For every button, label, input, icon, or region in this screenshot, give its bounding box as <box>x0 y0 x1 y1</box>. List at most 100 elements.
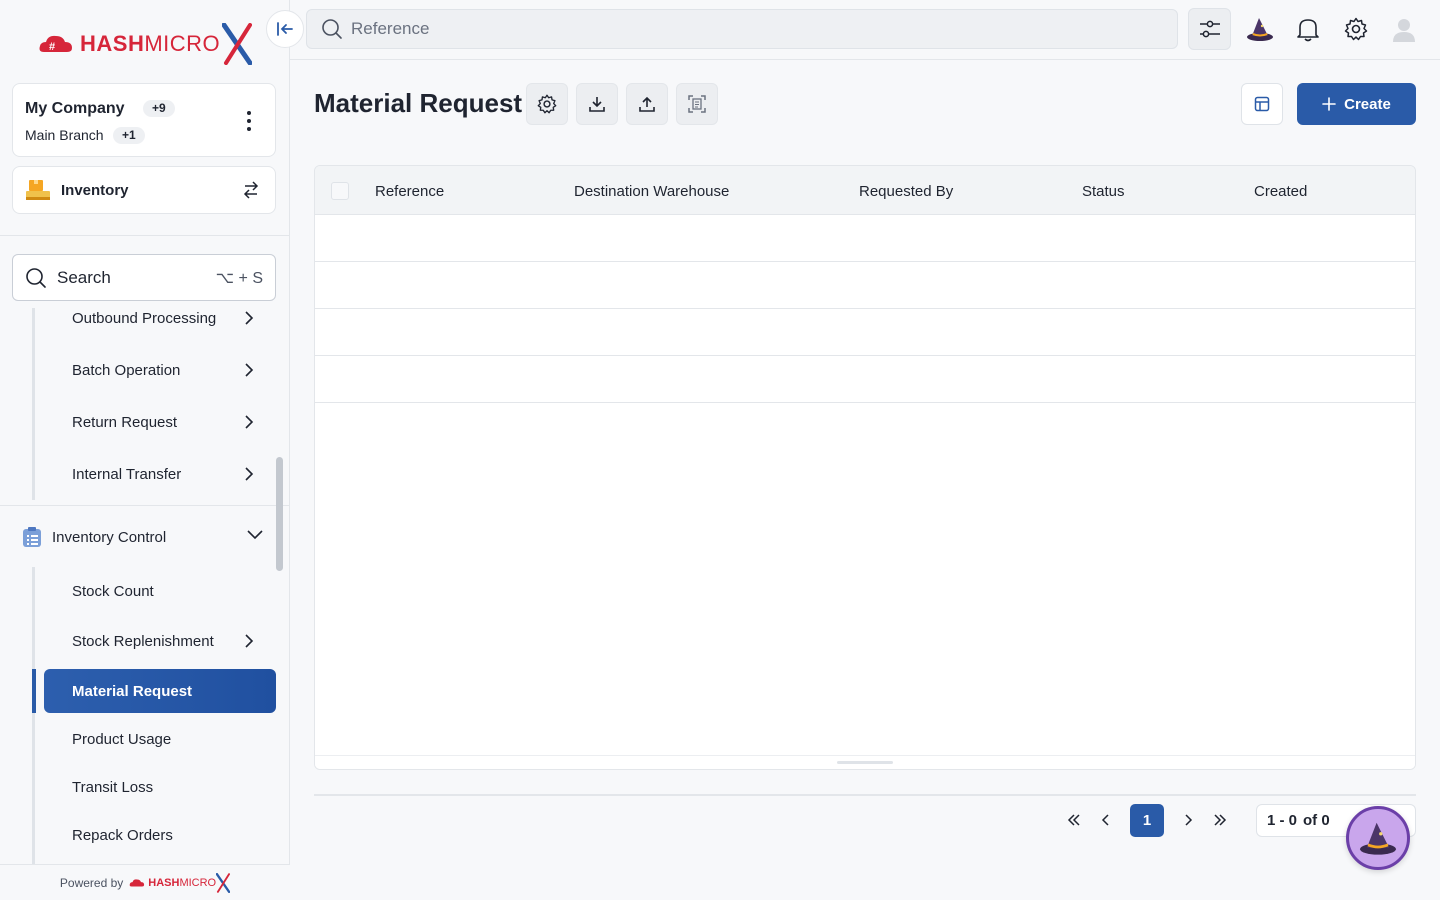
wizard-hat-icon[interactable] <box>1246 15 1274 43</box>
pagination-divider <box>314 794 1416 796</box>
chevron-right-icon <box>245 363 254 377</box>
sidebar: # HASHMICRO My Company +9 Main Branch +1… <box>0 0 290 900</box>
cloud-logo-icon <box>129 878 145 887</box>
toggle-layout-button[interactable] <box>1241 83 1283 125</box>
table-row <box>315 356 1415 403</box>
sidebar-scrollbar[interactable] <box>276 457 283 571</box>
sidebar-item-product-usage[interactable]: Product Usage <box>44 717 276 761</box>
download-button[interactable] <box>576 83 618 125</box>
branch-count-badge: +1 <box>113 127 145 144</box>
gear-icon[interactable] <box>1342 15 1370 43</box>
menu-rail <box>32 567 35 864</box>
filter-button[interactable] <box>1188 8 1231 50</box>
sidebar-item-internal-transfer[interactable]: Internal Transfer <box>44 452 276 496</box>
company-switcher[interactable]: My Company +9 Main Branch +1 <box>12 83 276 157</box>
create-button[interactable]: Create <box>1297 83 1416 125</box>
select-all-checkbox[interactable] <box>331 182 349 200</box>
inventory-icon <box>26 180 50 200</box>
menu-rail <box>32 308 35 500</box>
current-page-button[interactable]: 1 <box>1130 804 1164 837</box>
double-chevron-left-icon <box>1067 814 1080 826</box>
module-label: Inventory <box>61 181 129 199</box>
range-total: of 0 <box>1303 812 1330 829</box>
sidebar-item-outbound-processing[interactable]: Outbound Processing <box>44 308 276 340</box>
chevron-right-icon <box>245 311 254 325</box>
sidebar-item-transit-loss[interactable]: Transit Loss <box>44 765 276 809</box>
sidebar-search[interactable]: Search ⌥ + S <box>12 254 276 301</box>
collapse-sidebar-button[interactable] <box>266 10 304 48</box>
search-placeholder: Reference <box>351 19 430 38</box>
search-icon <box>322 19 342 39</box>
powered-by-footer: Powered by HASHMICRO <box>0 864 290 900</box>
settings-button[interactable] <box>526 83 568 125</box>
company-count-badge: +9 <box>143 100 175 117</box>
next-page-button[interactable] <box>1172 804 1204 836</box>
chevron-left-icon <box>1101 814 1109 826</box>
chevron-right-icon <box>1185 814 1193 826</box>
scan-button[interactable] <box>676 83 718 125</box>
sidebar-divider <box>0 235 290 236</box>
swap-icon[interactable] <box>243 181 259 199</box>
logo-x-icon <box>216 872 231 893</box>
assistant-fab-button[interactable] <box>1346 806 1410 870</box>
scan-document-icon <box>688 95 706 113</box>
create-label: Create <box>1344 95 1391 113</box>
branch-name: Main Branch <box>25 127 104 143</box>
sidebar-menu: Outbound Processing Batch Operation Retu… <box>0 308 290 864</box>
table-row <box>315 309 1415 356</box>
plus-icon <box>1322 97 1336 111</box>
chevron-right-icon <box>245 415 254 429</box>
search-icon <box>26 267 46 288</box>
gear-icon <box>537 94 557 114</box>
logo-x-icon <box>222 23 253 65</box>
table-resize-bar <box>315 755 1415 769</box>
sidebar-item-material-request[interactable]: Material Request <box>44 669 276 713</box>
chevron-right-icon <box>245 467 254 481</box>
hashmicro-logo[interactable]: # HASHMICRO <box>38 22 253 66</box>
chevron-down-icon <box>247 530 263 540</box>
logo-wordmark: HASHMICRO <box>80 31 221 56</box>
last-page-button[interactable] <box>1204 804 1236 836</box>
upload-button[interactable] <box>626 83 668 125</box>
wizard-hat-icon <box>1360 822 1396 855</box>
sidebar-item-stock-count[interactable]: Stock Count <box>44 569 276 613</box>
bell-icon[interactable] <box>1294 15 1322 43</box>
sidebar-item-stock-replenishment[interactable]: Stock Replenishment <box>44 619 276 663</box>
previous-page-button[interactable] <box>1090 804 1122 836</box>
table-row <box>315 215 1415 262</box>
page-title: Material Request <box>314 88 523 118</box>
chevron-right-icon <box>245 634 254 648</box>
company-name: My Company <box>25 100 125 117</box>
sidebar-item-return-request[interactable]: Return Request <box>44 400 276 444</box>
top-bar: Reference <box>290 0 1440 60</box>
user-avatar-icon[interactable] <box>1390 15 1418 43</box>
sliders-icon <box>1199 20 1220 38</box>
resize-handle[interactable] <box>837 761 893 764</box>
module-switcher[interactable]: Inventory <box>12 166 276 214</box>
column-header-created[interactable]: Created <box>1254 183 1307 200</box>
download-icon <box>589 97 605 112</box>
sidebar-item-repack-orders[interactable]: Repack Orders <box>44 813 276 857</box>
more-options-icon[interactable] <box>247 111 251 135</box>
search-shortcut: ⌥ + S <box>215 269 263 287</box>
first-page-button[interactable] <box>1058 804 1090 836</box>
column-header-requested-by[interactable]: Requested By <box>859 183 953 200</box>
column-header-reference[interactable]: Reference <box>375 183 444 200</box>
cloud-logo-icon: # <box>39 35 72 53</box>
global-search-input[interactable]: Reference <box>306 9 1178 49</box>
sidebar-search-label: Search <box>57 267 111 287</box>
active-item-marker <box>32 669 36 713</box>
sidebar-section-inventory-control[interactable]: Inventory Control <box>22 515 276 559</box>
column-header-status[interactable]: Status <box>1082 183 1125 200</box>
sidebar-item-batch-operation[interactable]: Batch Operation <box>44 348 276 392</box>
clipboard-list-icon <box>23 527 41 547</box>
section-divider <box>0 505 290 506</box>
powered-by-label: Powered by <box>59 875 124 890</box>
svg-text:#: # <box>49 41 55 53</box>
table-row <box>315 262 1415 309</box>
double-chevron-right-icon <box>1214 814 1227 826</box>
material-request-table: Reference Destination Warehouse Requeste… <box>314 165 1416 770</box>
powered-by-wordmark: HASHMICRO <box>148 876 217 889</box>
column-header-destination-warehouse[interactable]: Destination Warehouse <box>574 183 729 200</box>
layout-panel-icon <box>1254 96 1270 112</box>
